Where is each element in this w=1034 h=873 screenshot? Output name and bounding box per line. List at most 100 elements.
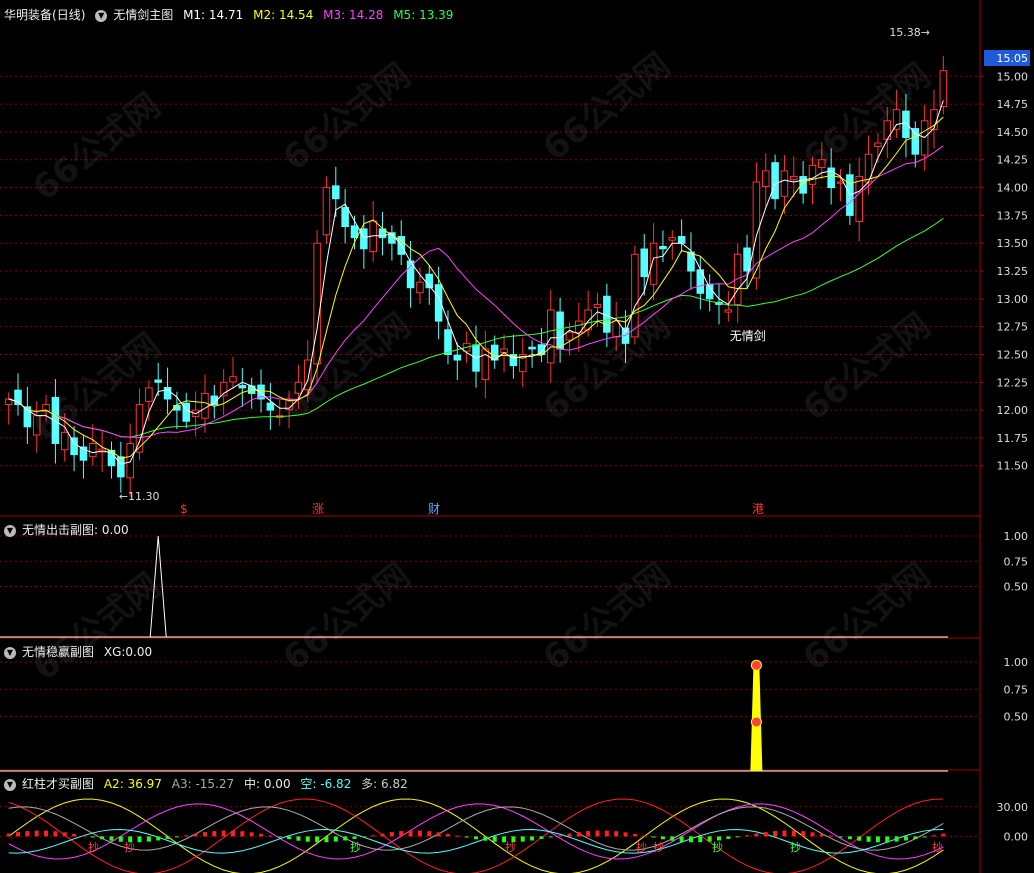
- candle-body: [864, 153, 873, 183]
- sub3-bar: [866, 836, 871, 842]
- sub3-bar: [389, 832, 394, 837]
- sub3-bar: [240, 831, 245, 837]
- y-tick-label: 30.00: [997, 801, 1029, 814]
- sub3-bar: [819, 833, 824, 837]
- candle-body: [836, 181, 845, 184]
- sub2-menu-icon[interactable]: ▼: [4, 646, 16, 659]
- sub3-bar: [782, 830, 787, 837]
- candle-body: [631, 253, 639, 338]
- sub3-bar: [427, 831, 432, 837]
- y-tick-label: 13.50: [997, 237, 1029, 250]
- y-tick-label: 1.00: [1004, 530, 1029, 543]
- sub3-bar: [146, 836, 151, 842]
- sub3-bar: [548, 836, 553, 838]
- sub3-wave-line: [8, 806, 944, 851]
- indicator-menu-icon[interactable]: ▼: [95, 9, 108, 22]
- sub3-bar: [801, 831, 806, 837]
- sub3-bar: [259, 833, 264, 837]
- sub2-value: 0.00: [125, 645, 153, 659]
- sub3-bar: [941, 833, 946, 837]
- sub3-bar: [249, 832, 254, 837]
- period-label[interactable]: (日线): [52, 8, 85, 22]
- sub3-bar: [6, 833, 11, 837]
- sub3-buy-marker: 抄: [712, 840, 723, 854]
- sub3-bar: [791, 830, 796, 837]
- candle-body: [565, 331, 574, 341]
- sub3-bar: [474, 836, 478, 840]
- sub3-title[interactable]: 红柱才买副图: [22, 777, 94, 791]
- sub3-bar: [268, 835, 273, 837]
- y-tick-label: 12.50: [997, 348, 1029, 361]
- candle-body: [640, 248, 649, 278]
- sub3-bar: [922, 836, 927, 838]
- sub3-bar: [305, 836, 310, 842]
- sub3-bar: [287, 836, 292, 840]
- sub3-buy-marker: 抄: [124, 840, 135, 854]
- y-tick-label: 0.50: [1004, 711, 1029, 724]
- candle-body: [444, 329, 452, 355]
- sub3-bar: [174, 836, 179, 838]
- sub3-bar: [165, 836, 170, 839]
- sub3-bar: [679, 836, 684, 842]
- sub3-bar: [847, 836, 852, 840]
- sub3-bar: [417, 830, 422, 837]
- y-tick-label: 14.25: [997, 154, 1029, 167]
- candle-body: [332, 185, 340, 200]
- candle-body: [902, 110, 910, 138]
- sub3-bar: [343, 836, 348, 841]
- main-indicator-name[interactable]: 无情剑主图: [113, 8, 173, 22]
- sub3-bar: [857, 836, 862, 841]
- candle-body: [117, 456, 125, 478]
- sub3-bar: [464, 836, 469, 838]
- sub3-bar: [34, 830, 39, 837]
- stock-name[interactable]: 华明装备: [4, 8, 52, 22]
- candle-body: [556, 311, 564, 350]
- bottom-marker: $: [180, 502, 188, 516]
- sub3-bar: [894, 836, 899, 842]
- signal-label: 无情剑: [730, 328, 766, 343]
- candle-body: [911, 128, 920, 155]
- sub3-bar: [931, 835, 936, 837]
- candle-body: [790, 175, 798, 181]
- candle-body: [322, 187, 331, 236]
- sub3-buy-marker: 抄: [932, 840, 943, 854]
- y-tick-label: 14.75: [997, 98, 1029, 111]
- sub3-bar: [193, 833, 198, 837]
- sub3-bar: [903, 836, 908, 841]
- sub1-value: : 0.00: [94, 523, 129, 537]
- sub3-bar: [212, 831, 217, 837]
- sub3-bar: [100, 836, 105, 840]
- sub2-title[interactable]: 无情稳赢副图: [22, 645, 94, 659]
- sub2-signal-icon: [750, 659, 762, 671]
- candle-body: [668, 237, 677, 241]
- candle-body: [266, 402, 275, 411]
- sub3-bar: [530, 836, 535, 841]
- sub3-bar: [16, 832, 21, 837]
- candle-body: [238, 385, 247, 389]
- sub3-bar: [492, 836, 497, 842]
- sub3-buy-marker: 抄: [350, 840, 361, 854]
- sub3-bar: [72, 833, 77, 837]
- sub3-bar: [642, 835, 647, 837]
- candle-body: [481, 348, 490, 381]
- y-tick-label: 12.00: [997, 404, 1029, 417]
- m1-legend: M1: 14.71: [183, 8, 244, 22]
- sub3-bar: [436, 832, 441, 837]
- y-tick-label: 1.00: [1004, 656, 1029, 669]
- sub3-bar: [296, 836, 301, 841]
- sub3-menu-icon[interactable]: ▼: [4, 778, 16, 791]
- sub3-bar: [838, 836, 843, 838]
- sub3-buy-marker: 抄: [653, 840, 664, 854]
- sub3-bar: [455, 835, 460, 837]
- candle-body: [771, 162, 779, 200]
- sub3-bar: [632, 833, 637, 837]
- candle-body: [32, 415, 41, 436]
- sub3-bar: [315, 836, 320, 843]
- sub1-header: ▼ 无情出击副图: 0.00: [4, 521, 135, 539]
- candle-body: [350, 225, 359, 239]
- sub1-menu-icon[interactable]: ▼: [4, 524, 16, 537]
- y-tick-label: 12.25: [997, 376, 1029, 389]
- m5-legend: M5: 13.39: [393, 8, 454, 22]
- sub3-bar: [25, 831, 30, 837]
- sub1-title[interactable]: 无情出击副图: [22, 523, 94, 537]
